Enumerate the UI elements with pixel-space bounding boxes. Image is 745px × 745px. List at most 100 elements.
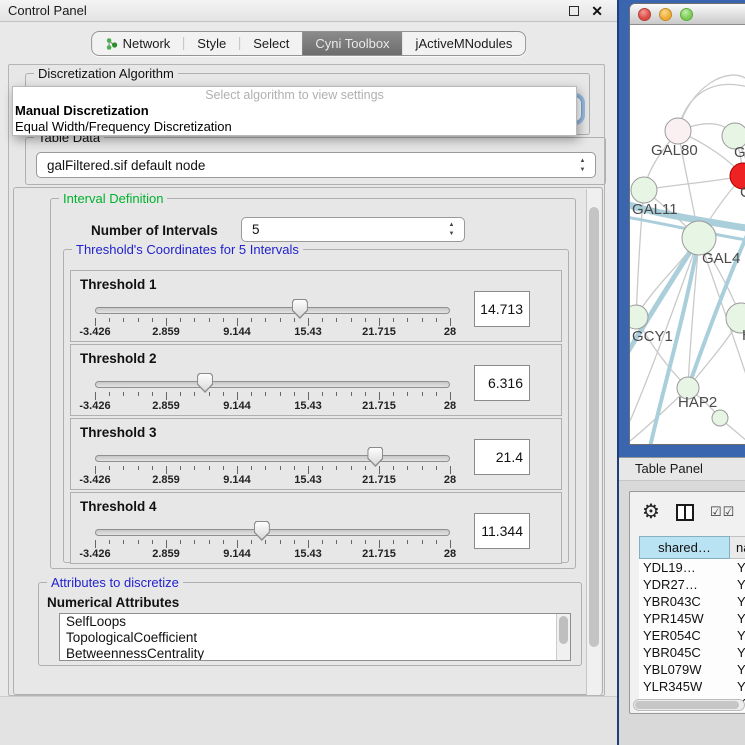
slider-tick-labels: -3.4262.8599.14415.4321.71528: [95, 400, 450, 412]
slider-thumb-icon[interactable]: [292, 299, 308, 319]
table-cell[interactable]: YBL079W: [639, 661, 730, 678]
network-node-gal11[interactable]: [631, 177, 657, 203]
threshold-label: Threshold 3: [80, 425, 157, 440]
table-row[interactable]: YBL079WYBL07: [639, 661, 745, 678]
table-cell[interactable]: YDR27: [730, 576, 745, 593]
table-data-group: Table Data galFiltered.sif default node …: [25, 137, 606, 185]
tab-style[interactable]: Style: [184, 32, 239, 55]
gear-icon[interactable]: ⚙: [642, 501, 660, 523]
table-panel-titlebar: Table Panel: [619, 457, 745, 481]
dropdown-hint: Select algorithm to view settings: [13, 87, 576, 103]
minimize-traffic-light-icon[interactable]: [659, 8, 672, 21]
threshold-value-field[interactable]: 14.713: [474, 291, 530, 327]
table-cell[interactable]: YBL07: [730, 661, 745, 678]
table-panel-body: ⚙ ☑☑ shared…nameYDL19…YDL19YDR27…YDR27YB…: [619, 481, 745, 745]
table-toolbar: ⚙ ☑☑: [630, 492, 745, 536]
combobox-stepper-icon[interactable]: ▲▼: [447, 221, 456, 239]
slider-tick-labels: -3.4262.8599.14415.4321.71528: [95, 474, 450, 486]
slider-thumb-icon[interactable]: [197, 373, 213, 393]
combobox-stepper-icon[interactable]: ▲▼: [578, 157, 587, 175]
table-cell[interactable]: YER054C: [639, 627, 730, 644]
table-cell[interactable]: YPR145W: [639, 610, 730, 627]
control-panel-title: Control Panel: [8, 3, 87, 18]
table-panel-title: Table Panel: [635, 461, 703, 476]
settings-scroll-area: Interval Definition Number of Intervals …: [13, 187, 603, 695]
attributes-scrollbar[interactable]: [556, 614, 570, 660]
attribute-list-item[interactable]: BetweennessCentrality: [60, 646, 570, 661]
settings-vertical-scrollbar[interactable]: [586, 189, 601, 695]
slider-track[interactable]: [95, 307, 450, 314]
tab-label: Select: [253, 36, 289, 51]
network-view-window[interactable]: GAL80GCGAL11GAL4GCY1HHAP2: [629, 3, 745, 445]
dropdown-option[interactable]: Manual Discretization: [13, 103, 576, 119]
float-window-icon[interactable]: [569, 6, 579, 16]
slider-track[interactable]: [95, 529, 450, 536]
slider-track[interactable]: [95, 381, 450, 388]
network-edge[interactable]: [644, 176, 743, 190]
thresholds-group-label: Threshold's Coordinates for 5 Intervals: [72, 242, 303, 257]
table-cell[interactable]: YDL19: [730, 559, 745, 576]
attributes-group: Attributes to discretize Numerical Attri…: [38, 582, 582, 666]
table-cell[interactable]: YLR34: [730, 678, 745, 695]
table-cell[interactable]: YBR04: [730, 593, 745, 610]
table-row[interactable]: YER054CYER05: [639, 627, 745, 644]
column-header-shared-name[interactable]: shared…: [639, 536, 730, 559]
table-row[interactable]: YBR043CYBR04: [639, 593, 745, 610]
network-node-gal80[interactable]: [665, 118, 691, 144]
close-traffic-light-icon[interactable]: [638, 8, 651, 21]
table-cell[interactable]: YLR345W: [639, 678, 730, 695]
slider-thumb-icon[interactable]: [254, 521, 270, 541]
table-data-combobox[interactable]: galFiltered.sif default node ▲▼: [36, 152, 596, 178]
table-row[interactable]: YPR145WYPR14: [639, 610, 745, 627]
table-row[interactable]: YBR045CYBR04: [639, 644, 745, 661]
dropdown-option[interactable]: Equal Width/Frequency Discretization: [13, 119, 576, 135]
numerical-attributes-list[interactable]: SelfLoopsTopologicalCoefficientBetweenne…: [59, 613, 571, 661]
network-node-label: GAL4: [702, 250, 740, 267]
table-row[interactable]: YDL19…YDL19: [639, 559, 745, 576]
slider-tick-labels: -3.4262.8599.14415.4321.71528: [95, 326, 450, 338]
attribute-list-item[interactable]: SelfLoops: [60, 614, 570, 630]
slider-tick-labels: -3.4262.8599.14415.4321.71528: [95, 548, 450, 560]
slider-thumb-icon[interactable]: [367, 447, 383, 467]
threshold-slider[interactable]: -3.4262.8599.14415.4321.71528: [95, 451, 450, 487]
threshold-slider[interactable]: -3.4262.8599.14415.4321.71528: [95, 377, 450, 413]
network-node[interactable]: [712, 410, 728, 426]
control-panel: Control Panel ✕ Network Style Select Cyni T…: [0, 0, 617, 745]
table-cell[interactable]: YDR27…: [639, 576, 730, 593]
select-columns-icon[interactable]: ☑☑: [710, 504, 735, 520]
network-tab-icon: [105, 37, 118, 50]
threshold-slider[interactable]: -3.4262.8599.14415.4321.71528: [95, 525, 450, 561]
tab-jactivemnodules[interactable]: jActiveMNodules: [403, 32, 526, 55]
tab-label: Cyni Toolbox: [315, 36, 389, 51]
table-cell[interactable]: YBR04: [730, 644, 745, 661]
interval-definition-group: Interval Definition Number of Intervals …: [50, 198, 576, 569]
tab-cyni-toolbox[interactable]: Cyni Toolbox: [302, 32, 402, 55]
table-row[interactable]: YLR345WYLR34: [639, 678, 745, 695]
table-horizontal-scrollbar[interactable]: [633, 699, 745, 711]
close-icon[interactable]: ✕: [591, 2, 603, 20]
table-cell[interactable]: YBR045C: [639, 644, 730, 661]
tab-select[interactable]: Select: [240, 32, 302, 55]
table-cell[interactable]: YBR043C: [639, 593, 730, 610]
number-of-intervals-combobox[interactable]: 5 ▲▼: [241, 217, 465, 242]
threshold-value-field[interactable]: 21.4: [474, 439, 530, 475]
attributes-group-label: Attributes to discretize: [47, 575, 183, 590]
threshold-label: Threshold 2: [80, 351, 157, 366]
threshold-value-field[interactable]: 11.344: [474, 513, 530, 549]
column-header-name[interactable]: name: [730, 536, 745, 559]
table-cell[interactable]: YDL19…: [639, 559, 730, 576]
threshold-slider[interactable]: -3.4262.8599.14415.4321.71528: [95, 303, 450, 339]
slider-track[interactable]: [95, 455, 450, 462]
slider-ticks: [95, 392, 450, 400]
attribute-list-item[interactable]: TopologicalCoefficient: [60, 630, 570, 646]
threshold-value-field[interactable]: 6.316: [474, 365, 530, 401]
tab-network[interactable]: Network: [92, 32, 184, 55]
zoom-traffic-light-icon[interactable]: [680, 8, 693, 21]
table-cell[interactable]: YER05: [730, 627, 745, 644]
network-canvas[interactable]: GAL80GCGAL11GAL4GCY1HHAP2: [630, 25, 745, 445]
tab-label: Style: [197, 36, 226, 51]
columns-icon[interactable]: [676, 504, 694, 521]
table-cell[interactable]: YPR14: [730, 610, 745, 627]
network-desktop: GAL80GCGAL11GAL4GCY1HHAP2 Table Panel ⚙ …: [617, 0, 745, 745]
table-row[interactable]: YDR27…YDR27: [639, 576, 745, 593]
